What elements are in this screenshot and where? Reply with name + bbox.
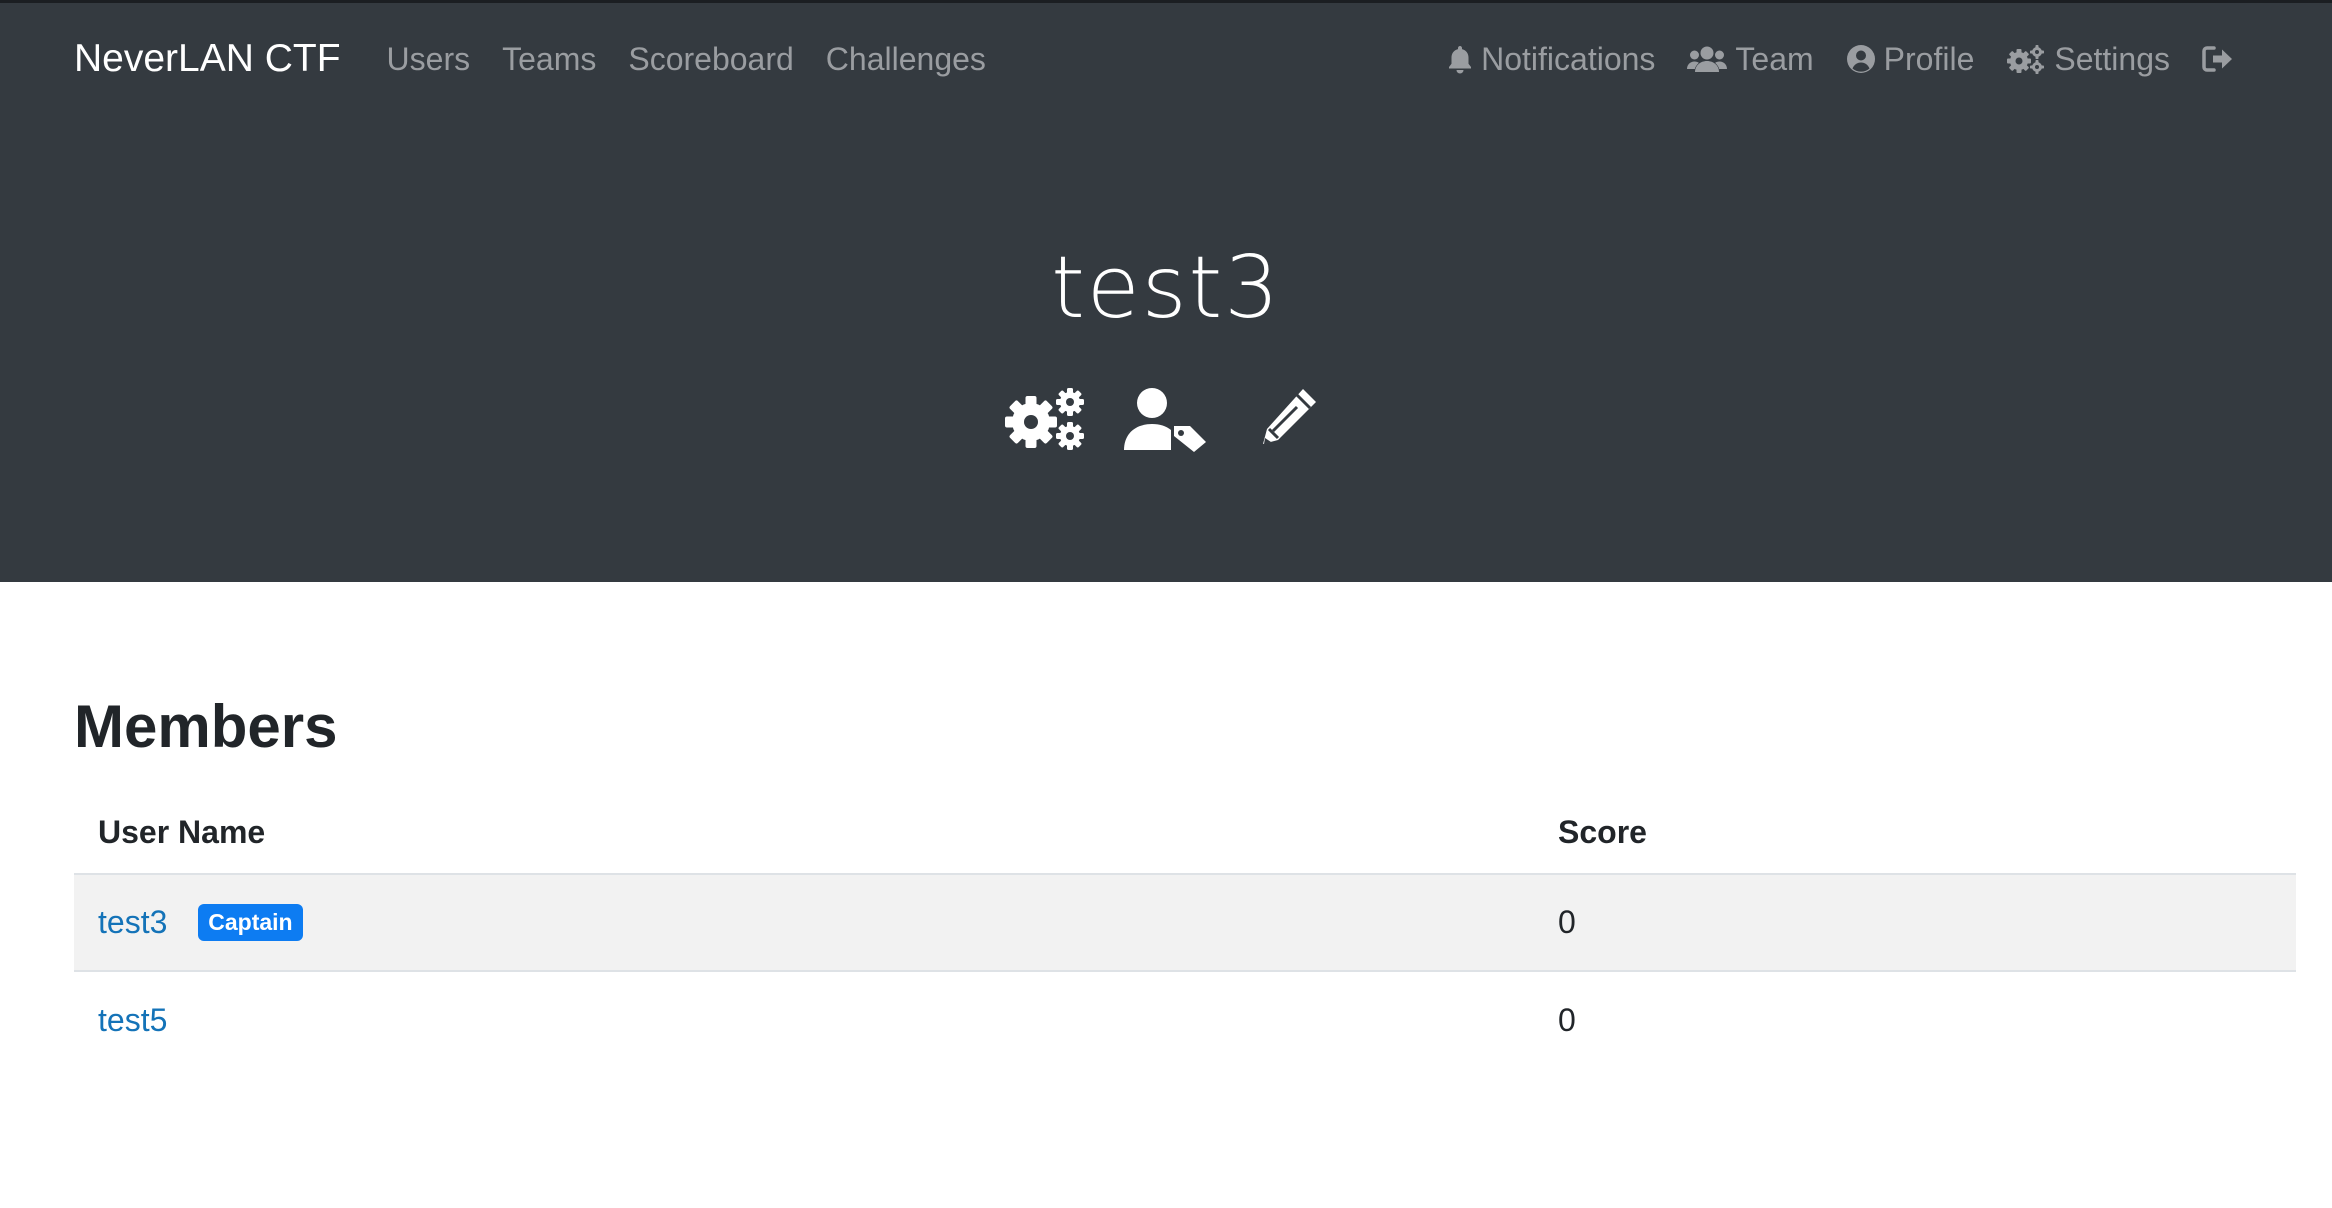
column-header-user-name: User Name [74,792,1534,875]
nav-left: Users Teams Scoreboard Challenges [371,41,1002,78]
member-name-cell: test5 [74,971,1534,1068]
edit-team-button[interactable] [1244,384,1328,454]
cogs-icon [2006,44,2046,74]
nav-right: Notifications Team Profile Settings [1431,41,2258,78]
captain-badge: Captain [198,904,303,941]
nav-notifications-label: Notifications [1481,40,1656,77]
bell-icon [1447,44,1473,74]
sign-out-icon [2202,45,2234,73]
team-header: NeverLAN CTF Users Teams Scoreboard Chal… [0,0,2332,582]
team-actions [0,384,2332,454]
user-tag-icon [1124,388,1206,452]
navbar: NeverLAN CTF Users Teams Scoreboard Chal… [0,0,2332,118]
team-settings-button[interactable] [1004,384,1088,454]
nav-scoreboard[interactable]: Scoreboard [612,41,809,78]
nav-logout[interactable] [2186,45,2258,73]
nav-profile-label: Profile [1883,40,1975,77]
member-link[interactable]: test3 [98,904,167,940]
brand-link[interactable]: NeverLAN CTF [74,37,341,81]
members-table: User Name Score test3 Captain 0 test5 0 [74,792,2296,1068]
team-name: test3 [1051,238,1281,338]
users-icon [1687,45,1728,73]
change-captain-button[interactable] [1124,384,1208,454]
nav-team[interactable]: Team [1671,41,1829,78]
member-link[interactable]: test5 [98,1002,167,1038]
nav-challenges[interactable]: Challenges [810,41,1002,78]
member-score: 0 [1558,904,1576,940]
nav-users[interactable]: Users [371,41,487,78]
pencil-icon [1263,389,1316,444]
nav-teams[interactable]: Teams [486,41,612,78]
user-circle-icon [1846,44,1876,74]
cogs-icon [1005,388,1084,450]
member-score: 0 [1558,1001,1576,1038]
table-row: test5 0 [74,971,2296,1068]
nav-team-label: Team [1735,40,1814,77]
nav-settings-label: Settings [2054,40,2170,77]
column-header-score: Score [1534,792,2296,875]
nav-settings[interactable]: Settings [1990,41,2186,78]
nav-notifications[interactable]: Notifications [1431,41,1671,78]
nav-profile[interactable]: Profile [1830,41,1991,78]
members-heading: Members [74,693,338,760]
table-row: test3 Captain 0 [74,874,2296,971]
table-header-row: User Name Score [74,792,2296,875]
member-name-cell: test3 Captain [74,874,1534,971]
